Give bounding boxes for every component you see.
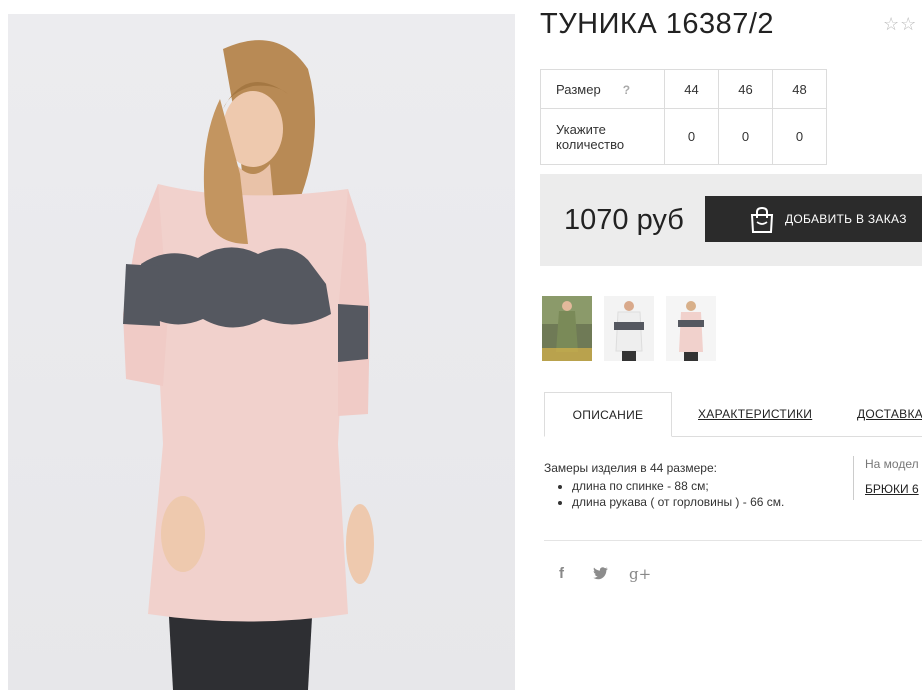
- product-photo[interactable]: [8, 14, 515, 690]
- list-item: длина рукава ( от горловины ) - 66 см.: [572, 494, 784, 510]
- model-note-link[interactable]: БРЮКИ 6: [865, 482, 919, 496]
- price-panel: 1070 руб ДОБАВИТЬ В ЗАКАЗ: [540, 174, 922, 266]
- price: 1070 руб: [564, 204, 684, 236]
- size-48: 48: [772, 69, 827, 109]
- size-label: Размер: [556, 81, 601, 97]
- facebook-icon[interactable]: f: [559, 565, 564, 582]
- shopping-bag-icon: [750, 206, 774, 233]
- product-title: ТУНИКА 16387/2: [540, 8, 775, 40]
- add-to-order-label: ДОБАВИТЬ В ЗАКАЗ: [785, 212, 907, 226]
- quantity-input-48[interactable]: 0: [772, 108, 827, 165]
- tab-delivery[interactable]: ДОСТАВКА: [857, 392, 922, 437]
- add-to-order-button[interactable]: ДОБАВИТЬ В ЗАКАЗ: [705, 196, 922, 242]
- rating-stars-icon[interactable]: ☆☆: [883, 14, 917, 35]
- description-list: длина по спинке - 88 см; длина рукава ( …: [544, 478, 784, 510]
- size-table: Размер? 44 46 48 Укажите количество 0 0 …: [540, 69, 827, 165]
- model-wears-note: На модел БРЮКИ 6: [853, 456, 922, 500]
- tab-description[interactable]: ОПИСАНИЕ: [544, 392, 672, 437]
- thumbnail-pink[interactable]: [666, 296, 716, 361]
- thumbnail-olive[interactable]: [542, 296, 592, 361]
- tab-characteristics[interactable]: ХАРАКТЕРИСТИКИ: [698, 392, 812, 437]
- quantity-input-46[interactable]: 0: [718, 108, 773, 165]
- description-panel: Замеры изделия в 44 размере: длина по сп…: [544, 460, 784, 510]
- model-note-label: На модел: [865, 457, 919, 471]
- list-item: длина по спинке - 88 см;: [572, 478, 784, 494]
- quantity-label: Укажите количество: [540, 108, 665, 165]
- size-help-icon[interactable]: ?: [623, 83, 630, 97]
- size-46: 46: [718, 69, 773, 109]
- quantity-input-44[interactable]: 0: [664, 108, 719, 165]
- divider: [544, 540, 922, 541]
- description-intro: Замеры изделия в 44 размере:: [544, 461, 717, 475]
- google-plus-icon[interactable]: g+: [629, 565, 651, 583]
- thumbnail-white[interactable]: [604, 296, 654, 361]
- size-44: 44: [664, 69, 719, 109]
- size-label-cell: Размер?: [540, 69, 665, 109]
- twitter-icon[interactable]: [593, 567, 608, 584]
